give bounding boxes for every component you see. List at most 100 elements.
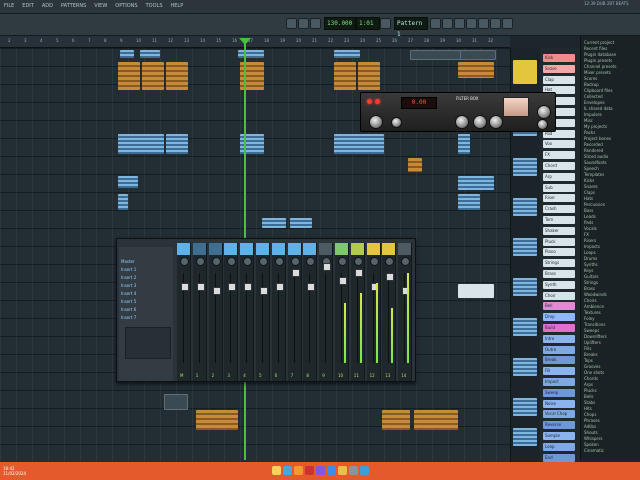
browser-item[interactable]: Soundfonts: [584, 160, 640, 165]
browser-item[interactable]: Phrases: [584, 418, 640, 423]
mixer-strip-header[interactable]: [192, 243, 206, 255]
mixer-strip-header[interactable]: [224, 243, 238, 255]
browser-item[interactable]: Hits: [584, 406, 640, 411]
pattern-clip[interactable]: [458, 134, 470, 154]
pattern-clip[interactable]: [118, 194, 128, 210]
pattern-clip[interactable]: [118, 176, 138, 188]
volume-fader[interactable]: [275, 283, 284, 291]
pattern-clip[interactable]: [118, 134, 164, 154]
width-knob[interactable]: [537, 119, 548, 130]
browser-item[interactable]: Plugin presets: [584, 58, 640, 63]
mixer-track-name[interactable]: Insert 7: [121, 315, 136, 320]
mixer-strip-header[interactable]: [256, 243, 269, 255]
browser-item[interactable]: Recent files: [584, 46, 640, 51]
pattern-clip[interactable]: [142, 62, 164, 90]
volume-fader[interactable]: [212, 287, 221, 295]
piano-roll-icon[interactable]: [442, 18, 453, 29]
volume-fader[interactable]: [323, 263, 332, 271]
mixer-strip[interactable]: 2: [208, 243, 223, 381]
track-header[interactable]: [513, 358, 537, 376]
browser-item[interactable]: Strings: [584, 280, 640, 285]
mixer-strip[interactable]: M: [177, 243, 191, 381]
mail-icon[interactable]: [360, 466, 369, 475]
pattern-picker-item[interactable]: Pluck: [543, 237, 575, 246]
browser-item[interactable]: Adlibs: [584, 424, 640, 429]
pattern-picker-item[interactable]: Impact: [543, 378, 575, 386]
pattern-picker-item[interactable]: Outro: [543, 345, 575, 354]
explorer-icon[interactable]: [272, 466, 281, 475]
browser-item[interactable]: Grooves: [584, 364, 640, 369]
browser-item[interactable]: Speech: [584, 166, 640, 171]
pan-knob[interactable]: [353, 257, 363, 266]
track-header[interactable]: [513, 158, 537, 176]
settings-icon[interactable]: [349, 466, 358, 475]
pattern-picker-item[interactable]: End: [543, 453, 575, 462]
browser-item[interactable]: Impacts: [584, 244, 640, 249]
pan-knob[interactable]: [274, 257, 284, 266]
pattern-picker-item[interactable]: Sweep: [543, 388, 575, 397]
mixer-strip-header[interactable]: [271, 243, 285, 255]
browser-icon[interactable]: [478, 18, 489, 29]
pattern-clip[interactable]: [458, 284, 494, 298]
mixer-strip-header[interactable]: [240, 243, 254, 255]
clock[interactable]: 18:42 11/02/2024: [3, 466, 26, 476]
browser-item[interactable]: Cinematic: [584, 448, 640, 453]
mixer-strip-header[interactable]: [350, 243, 364, 255]
pattern-clip[interactable]: [238, 50, 264, 58]
folder-icon[interactable]: [338, 466, 347, 475]
pattern-picker-item[interactable]: Synth: [543, 280, 575, 289]
pattern-clip[interactable]: [164, 394, 188, 410]
pan-knob[interactable]: [227, 257, 237, 266]
chat-icon[interactable]: [316, 466, 325, 475]
plugin-picker-icon[interactable]: [490, 18, 501, 29]
browser-item[interactable]: Choirs: [584, 298, 640, 303]
browser-item[interactable]: Keys: [584, 268, 640, 273]
pattern-picker-item[interactable]: Build: [543, 324, 575, 332]
browser-item[interactable]: Vocals: [584, 226, 640, 231]
browser-item[interactable]: Guitars: [584, 274, 640, 279]
menu-item-help[interactable]: HELP: [171, 3, 184, 9]
pattern-picker-item[interactable]: Break: [543, 356, 575, 365]
gain-knob[interactable]: [369, 115, 383, 129]
browser-item[interactable]: Loops: [584, 250, 640, 255]
menu-item-options[interactable]: OPTIONS: [115, 3, 137, 9]
pattern-clip[interactable]: [458, 176, 494, 190]
mixer-strip-header[interactable]: [177, 243, 190, 255]
pan-knob[interactable]: [338, 257, 347, 266]
stop-button[interactable]: [298, 18, 309, 29]
browser-item[interactable]: Chops: [584, 412, 640, 417]
cutoff-knob[interactable]: [455, 115, 469, 129]
power-led-icon[interactable]: [367, 99, 372, 104]
pan-knob[interactable]: [290, 257, 300, 266]
browser-item[interactable]: Packs: [584, 130, 640, 135]
browser-item[interactable]: Whispers: [584, 436, 640, 441]
browser-item[interactable]: Foley: [584, 316, 640, 321]
pattern-picker-item[interactable]: Vocal Chop: [543, 410, 575, 419]
mixer-strip[interactable]: 3: [224, 243, 239, 381]
mixer-strip-header[interactable]: [319, 243, 333, 255]
pan-knob[interactable]: [385, 257, 395, 266]
mix-knob[interactable]: [489, 115, 503, 129]
browser-item[interactable]: Tops: [584, 358, 640, 363]
tempo-display[interactable]: 130.000: [324, 17, 356, 30]
menu-item-patterns[interactable]: PATTERNS: [61, 3, 86, 9]
channel-rack-icon[interactable]: [454, 18, 465, 29]
browser-item[interactable]: Sliced audio: [584, 154, 640, 159]
fl-studio-icon[interactable]: [294, 466, 303, 475]
volume-fader[interactable]: [307, 283, 316, 291]
pattern-picker-item[interactable]: Riser: [543, 194, 575, 203]
menu-item-add[interactable]: ADD: [42, 3, 53, 9]
browser-item[interactable]: Ambience: [584, 304, 640, 309]
volume-fader[interactable]: [291, 269, 300, 277]
mixer-strip[interactable]: 5: [256, 243, 270, 381]
menu-item-edit[interactable]: EDIT: [22, 3, 34, 9]
pattern-clip[interactable]: [458, 194, 480, 210]
mixer-strip-header[interactable]: [398, 243, 412, 255]
pan-knob[interactable]: [401, 257, 411, 266]
volume-fader[interactable]: [260, 287, 268, 295]
browser-item[interactable]: Plugin database: [584, 52, 640, 57]
browser-item[interactable]: Chords: [584, 376, 640, 381]
pattern-clip[interactable]: [196, 410, 238, 430]
pattern-picker-item[interactable]: Shaker: [543, 226, 575, 235]
pan-knob[interactable]: [243, 257, 253, 266]
